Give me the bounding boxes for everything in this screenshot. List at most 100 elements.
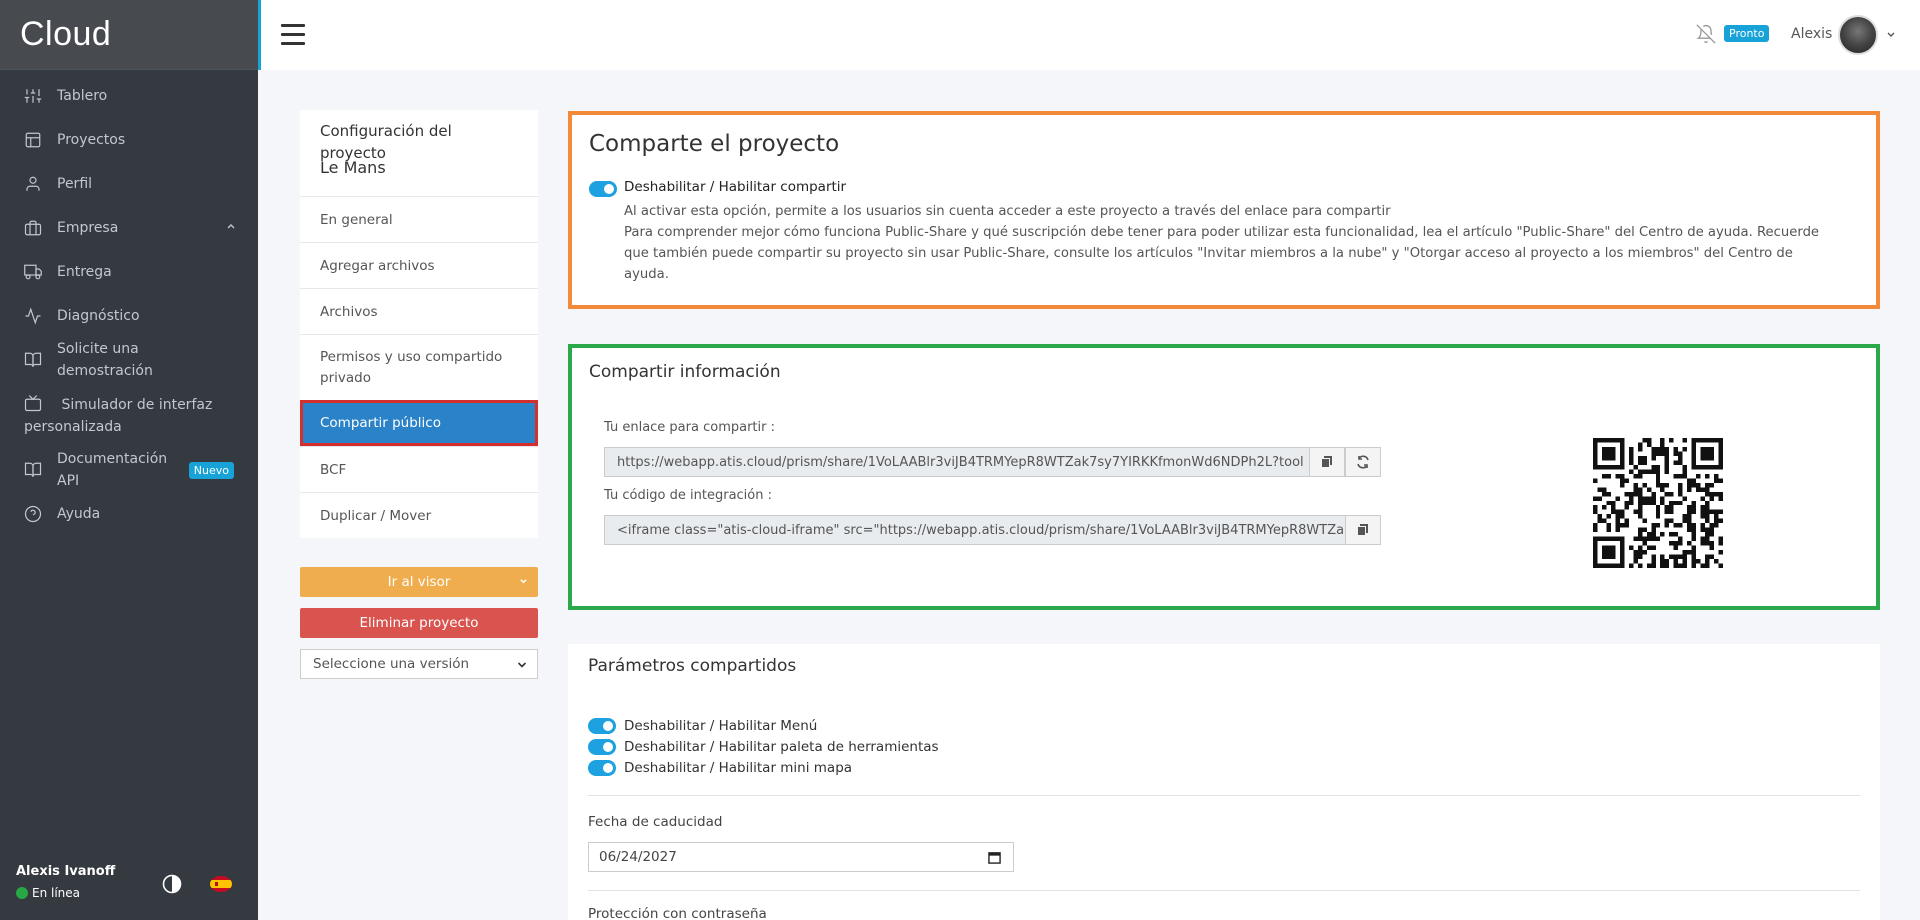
project-name: Le Mans [320,158,386,177]
config-item-general[interactable]: En general [300,196,538,242]
chevron-up-icon[interactable] [226,221,236,231]
delete-project-button[interactable]: Eliminar proyecto [300,608,538,638]
contrast-icon[interactable] [162,874,182,894]
share-description: Al activar esta opción, permite a los us… [624,201,1836,285]
menu-toggle[interactable] [588,718,616,734]
share-desc-1: Al activar esta opción, permite a los us… [624,204,1391,219]
config-title: Configuración del proyecto [320,122,452,162]
new-badge: Nuevo [188,461,234,479]
copy-link-button[interactable] [1309,447,1345,477]
share-link-label: Tu enlace para compartir : [604,420,775,435]
brand[interactable]: Cloud [0,0,258,70]
sidebar-item-entrega[interactable]: Entrega [0,250,258,294]
pronto-badge: Pronto [1724,25,1770,42]
copy-icon [1357,524,1368,536]
refresh-icon [1357,455,1369,469]
sidebar-item-empresa[interactable]: Empresa [0,206,258,250]
divider [588,795,1860,796]
embed-code-input[interactable]: <iframe class="atis-cloud-iframe" src="h… [604,515,1346,545]
project-config-menu: Configuración del proyecto Le Mans En ge… [300,110,538,538]
param-menu-row: Deshabilitar / Habilitar Menú [588,718,817,734]
param-minimap-row: Deshabilitar / Habilitar mini mapa [588,760,852,776]
config-item-public-share[interactable]: Compartir público [300,400,538,446]
params-title: Parámetros compartidos [588,656,797,676]
sidebar-item-label: Proyectos [57,132,126,148]
sidebar-item-label: Tablero [57,88,108,104]
config-item-files[interactable]: Archivos [300,288,538,334]
sidebar-item-perfil[interactable]: Perfil [0,162,258,206]
config-item-duplicate[interactable]: Duplicar / Mover [300,492,538,538]
expiry-date-input[interactable]: 06/24/2027 [588,842,1014,872]
config-item-permissions[interactable]: Permisos y uso compartido privado [300,334,538,400]
sidebar-item-demo[interactable]: Solicite una demostración [0,338,258,382]
sidebar-item-label: Perfil [57,176,93,192]
sidebar-footer: Alexis Ivanoff En línea [16,864,242,908]
user-status: En línea [16,886,80,900]
version-select-value: Seleccione una versión [313,656,470,672]
sidebar-item-label: Entrega [57,264,112,280]
status-text: En línea [32,886,81,900]
expiry-label: Fecha de caducidad [588,814,723,830]
top-user-name[interactable]: Alexis [1791,26,1832,42]
briefcase-icon [24,219,42,237]
sidebar-item-proyectos[interactable]: Proyectos [0,118,258,162]
sliders-icon [24,87,42,105]
share-params-card: Parámetros compartidos Deshabilitar / Ha… [568,644,1880,920]
sidebar-item-tablero[interactable]: Tablero [0,74,258,118]
version-select[interactable]: Seleccione una versión [300,649,538,679]
online-dot-icon [16,887,28,899]
param-tools-label: Deshabilitar / Habilitar paleta de herra… [624,739,939,755]
calendar-icon[interactable] [988,851,1001,864]
layout-icon [24,131,42,149]
go-viewer-label: Ir al visor [387,574,451,590]
sidebar-item-simulador[interactable]: Simulador de interfaz personalizada [0,382,258,448]
config-item-add-files[interactable]: Agregar archivos [300,242,538,288]
menu-toggle-icon[interactable] [281,24,305,46]
minimap-toggle[interactable] [588,760,616,776]
book-icon [24,461,42,479]
truck-icon [24,263,42,281]
expiry-date-value: 06/24/2027 [599,849,677,865]
book-icon [24,351,42,369]
share-desc-2: Para comprender mejor cómo funciona Publ… [624,225,1820,282]
help-icon [24,505,42,523]
tools-toggle[interactable] [588,739,616,755]
user-icon [24,175,42,193]
sidebar-item-label: Simulador de interfaz personalizada [24,394,234,438]
sidebar-item-label: Ayuda [57,506,101,522]
sidebar-item-label: Diagnóstico [57,308,140,324]
bell-off-icon[interactable] [1696,24,1716,44]
sidebar-item-diagnostico[interactable]: Diagnóstico [0,294,258,338]
param-minimap-label: Deshabilitar / Habilitar mini mapa [624,760,853,776]
embed-code-value: <iframe class="atis-cloud-iframe" src="h… [617,522,1346,538]
sidebar-item-api[interactable]: Documentación API Nuevo [0,448,258,492]
regenerate-link-button[interactable] [1345,447,1381,477]
password-label: Protección con contraseña [588,906,767,920]
share-project-card: Comparte el proyecto Deshabilitar / Habi… [568,111,1880,309]
sidebar-item-label: Documentación API [57,451,168,489]
sidebar-item-label: Empresa [57,220,119,236]
spain-flag-icon[interactable] [210,876,232,892]
sidebar-item-label: Solicite una demostración [57,341,153,379]
user-name: Alexis Ivanoff [16,864,116,879]
config-item-bcf[interactable]: BCF [300,446,538,492]
sidebar-item-ayuda[interactable]: Ayuda [0,492,258,536]
go-viewer-button[interactable]: Ir al visor [300,567,538,597]
activity-icon [24,307,42,325]
share-toggle-label: Deshabilitar / Habilitar compartir [624,179,847,195]
share-link-input[interactable]: https://webapp.atis.cloud/prism/share/1V… [604,447,1310,477]
sidebar-item-text: Simulador de interfaz personalizada [24,397,213,435]
sidebar: Cloud Tablero Proyectos Perfil Empresa E… [0,0,258,920]
chevron-down-icon[interactable] [1886,30,1896,40]
tv-icon [24,394,42,412]
info-title: Compartir información [589,362,781,382]
share-toggle[interactable] [589,181,617,197]
share-title: Comparte el proyecto [589,131,840,157]
brand-logo: Cloud [20,15,112,53]
copy-embed-button[interactable] [1345,515,1381,545]
avatar[interactable] [1838,15,1878,55]
delete-project-label: Eliminar proyecto [359,615,479,631]
qr-code-icon [1593,438,1723,568]
param-menu-label: Deshabilitar / Habilitar Menú [624,718,818,734]
chevron-down-icon [517,662,527,668]
